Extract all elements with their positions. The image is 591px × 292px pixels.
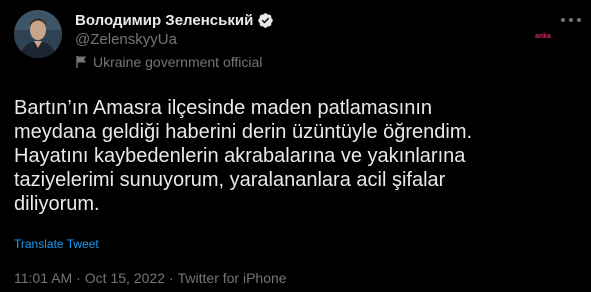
- tweet-card: Володимир Зеленський @ZelenskyyUa Ukrain…: [0, 0, 591, 292]
- anka-watermark: anka: [535, 33, 551, 40]
- avatar[interactable]: [14, 10, 62, 58]
- government-label[interactable]: Ukraine government official: [75, 54, 262, 70]
- tweet-metadata: 11:01 AM · Oct 15, 2022 · Twitter for iPhone: [14, 270, 287, 286]
- more-options-icon[interactable]: [561, 16, 581, 24]
- tweet-line: taziyelerimi sunuyorum, yaralananlara ac…: [14, 169, 446, 191]
- meta-separator: ·: [76, 270, 81, 286]
- author-name-row: Володимир Зеленський: [75, 10, 274, 30]
- more-dot: [569, 18, 573, 22]
- flag-icon: [75, 55, 88, 69]
- tweet-text: Bartın’ın Amasra ilçesinde maden patlama…: [14, 96, 579, 216]
- tweet-date[interactable]: Oct 15, 2022: [85, 270, 165, 286]
- meta-separator: ·: [168, 270, 174, 286]
- author-handle[interactable]: @ZelenskyyUa: [75, 31, 177, 48]
- translate-tweet-link[interactable]: Translate Tweet: [14, 237, 99, 251]
- avatar-image: [14, 10, 62, 58]
- government-label-text: Ukraine government official: [93, 54, 263, 70]
- tweet-line: meydana geldiği haberini derin üzüntüyle…: [14, 121, 473, 143]
- tweet-line: diliyorum.: [14, 193, 100, 215]
- author-display-name[interactable]: Володимир Зеленський: [75, 12, 253, 29]
- more-dot: [561, 18, 565, 22]
- tweet-line: Hayatını kaybedenlerin akrabalarına ve y…: [14, 145, 466, 167]
- tweet-time[interactable]: 11:01 AM: [14, 270, 72, 286]
- tweet-source[interactable]: Twitter for iPhone: [178, 270, 287, 286]
- verified-badge-icon: [257, 12, 274, 29]
- more-dot: [577, 18, 581, 22]
- tweet-line: Bartın’ın Amasra ilçesinde maden patlama…: [14, 97, 432, 119]
